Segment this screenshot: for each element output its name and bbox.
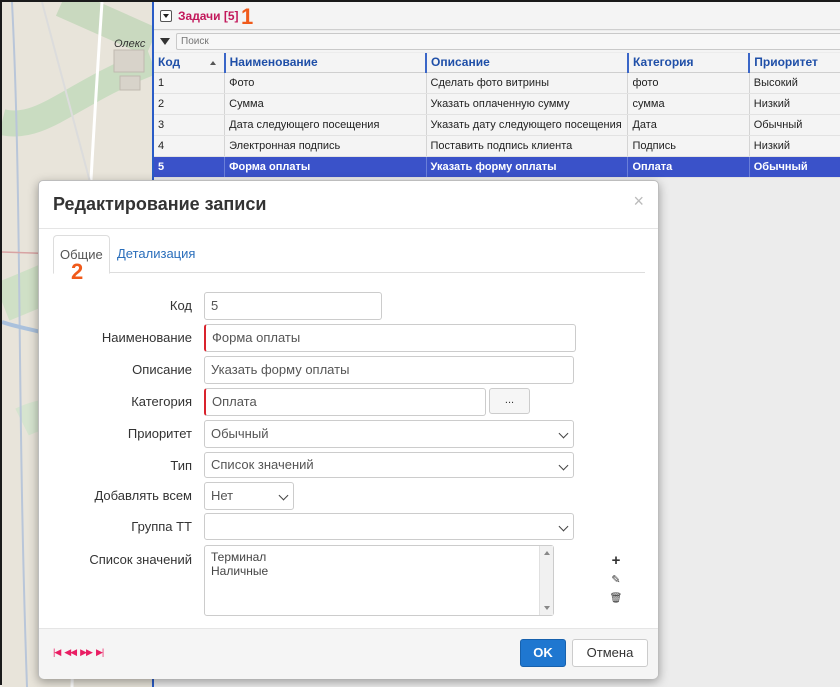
cancel-button[interactable]: Отмена [572,639,648,667]
cell-category: сумма [627,93,750,115]
label-code: Код [169,298,192,313]
next-record-icon[interactable]: ▶▶ [80,647,93,658]
cell-name: Дата следующего посещения [224,114,427,136]
label-type: Тип [170,458,192,473]
last-record-icon[interactable]: ▶| [96,647,104,658]
edit-value-icon[interactable]: ✎ [609,573,623,586]
cell-priority: Низкий [748,135,840,157]
type-select-value: Список значений [211,457,314,472]
edit-record-dialog: Редактирование записи × Общие Детализаци… [38,180,659,679]
tasks-table: Код Наименование Описание Категория Прио… [154,53,840,178]
cell-name: Электронная подпись [224,135,427,157]
column-header-category[interactable]: Категория [626,53,750,73]
dialog-title: Редактирование записи [53,194,267,214]
cell-description: Поставить подпись клиента [425,135,628,157]
table-row[interactable]: 3 Дата следующего посещения Указать дату… [154,114,840,136]
annotation-marker-2: 2 [71,259,84,284]
add-all-select[interactable]: Нет [204,482,294,510]
collapse-toggle-icon[interactable] [160,9,172,22]
cell-description: Указать дату следующего посещения [425,114,628,136]
column-header-priority[interactable]: Приоритет [748,53,840,73]
description-field[interactable]: Указать форму оплаты [204,356,574,384]
name-field[interactable]: Форма оплаты [204,324,576,352]
scroll-down-icon[interactable] [544,606,550,610]
cell-category: Подпись [627,135,750,157]
dialog-tabs: Общие Детализация [53,235,645,274]
cell-category: фото [627,72,750,94]
label-group: Группа ТТ [131,519,192,534]
form-row-add-all: Добавлять всем Нет [39,482,658,510]
code-field[interactable]: 5 [204,292,382,320]
cell-name: Сумма [224,93,427,115]
label-category: Категория [131,394,192,409]
cell-code: 4 [154,135,225,157]
add-value-icon[interactable]: + [609,552,623,569]
list-item[interactable]: Терминал [211,550,547,564]
dialog-divider [39,228,658,229]
tab-details[interactable]: Детализация [111,235,201,273]
close-icon[interactable]: × [633,191,644,212]
table-row[interactable]: 1 Фото Сделать фото витрины фото Высокий [154,72,840,94]
values-listbox[interactable]: Терминал Наличные [204,545,554,616]
cell-description: Указать оплаченную сумму [425,93,628,115]
form-row-description: Описание Указать форму оплаты [39,356,658,384]
cell-description: Сделать фото витрины [425,72,628,94]
form-row-code: Код 5 [39,292,658,320]
label-description: Описание [132,362,192,377]
cell-category: Оплата [627,156,750,178]
cell-priority: Обычный [748,114,840,136]
delete-value-icon[interactable]: 🗑 [609,593,623,604]
search-input[interactable] [176,33,840,50]
list-item[interactable]: Наличные [211,564,547,578]
prev-record-icon[interactable]: ◀◀ [64,647,77,658]
table-header-row: Код Наименование Описание Категория Прио… [154,53,840,73]
form-row-priority: Приоритет Обычный [39,420,658,448]
table-row[interactable]: 2 Сумма Указать оплаченную сумму сумма Н… [154,93,840,115]
form-row-group: Группа ТТ [39,513,658,541]
table-row-selected[interactable]: 5 Форма оплаты Указать форму оплаты Опла… [154,156,840,178]
priority-select[interactable]: Обычный [204,420,574,448]
type-select[interactable]: Список значений [204,452,574,478]
form-row-type: Тип Список значений [39,452,658,480]
tasks-panel-title[interactable]: Задачи [5] [178,9,239,23]
cell-code: 5 [154,156,225,178]
column-header-name[interactable]: Наименование [223,53,427,73]
tasks-panel-header: Задачи [5] 1 [154,2,840,30]
record-navigation: |◀ ◀◀ ▶▶ ▶| [53,647,104,658]
form-row-category: Категория Оплата ... [39,388,658,416]
priority-select-value: Обычный [211,426,269,441]
first-record-icon[interactable]: |◀ [53,647,61,658]
cell-description: Указать форму оплаты [425,156,628,178]
annotation-marker-1: 1 [241,4,254,29]
group-select[interactable] [204,513,574,540]
cell-priority: Высокий [748,72,840,94]
label-name: Наименование [101,330,192,345]
cell-code: 1 [154,72,225,94]
cell-priority: Обычный [748,156,840,178]
form-row-name: Наименование Форма оплаты [39,324,658,352]
scroll-up-icon[interactable] [544,551,550,555]
cell-code: 2 [154,93,225,115]
cell-category: Дата [627,114,750,136]
cell-name: Фото [224,72,427,94]
cell-priority: Низкий [748,93,840,115]
label-add-all: Добавлять всем [94,488,192,503]
map-place-label: Олекс [114,38,146,50]
cell-code: 3 [154,114,225,136]
sort-asc-icon [210,61,217,66]
label-priority: Приоритет [127,426,192,441]
category-picker-button[interactable]: ... [489,388,530,414]
ok-button[interactable]: OK [520,639,566,667]
category-field[interactable]: Оплата [204,388,486,416]
cell-name: Форма оплаты [224,156,427,178]
add-all-select-value: Нет [211,488,234,503]
filter-icon[interactable] [160,38,170,45]
listbox-scrollbar[interactable] [539,546,553,615]
column-header-code[interactable]: Код [154,53,225,73]
label-values-list: Список значений [89,552,192,567]
column-header-description[interactable]: Описание [425,53,628,73]
dialog-footer: |◀ ◀◀ ▶▶ ▶| OK Отмена [39,628,658,679]
table-row[interactable]: 4 Электронная подпись Поставить подпись … [154,135,840,157]
search-row [154,31,840,52]
